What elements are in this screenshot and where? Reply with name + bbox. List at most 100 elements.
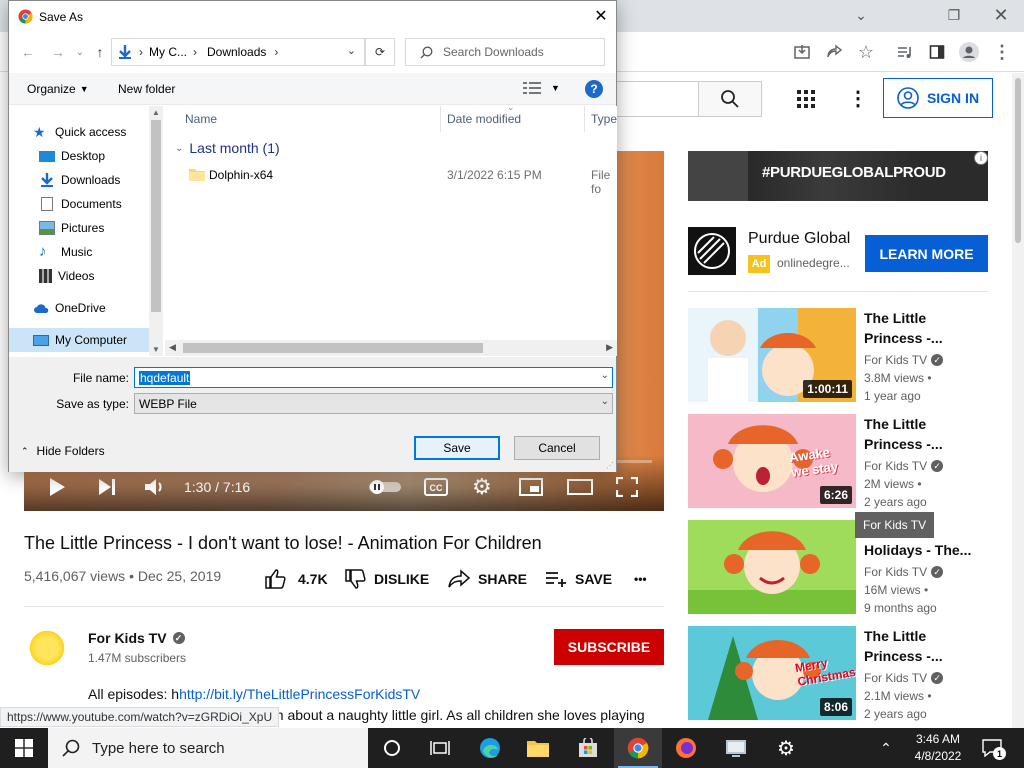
more-actions-button[interactable]: •••: [634, 568, 647, 590]
view-options-button[interactable]: ▼: [523, 81, 560, 95]
youtube-search-button[interactable]: [698, 81, 762, 117]
file-row[interactable]: Dolphin-x64 3/1/2022 6:15 PM File fo: [165, 164, 617, 196]
hide-folders-button[interactable]: ⌃ Hide Folders: [21, 444, 105, 458]
cortana-icon[interactable]: [368, 728, 416, 768]
scroll-right-icon[interactable]: ▶: [606, 342, 613, 353]
video-thumbnail[interactable]: Merry Christmas! 8:06: [688, 626, 856, 720]
play-icon[interactable]: [48, 475, 66, 499]
column-header-type[interactable]: Type: [585, 106, 617, 132]
cancel-button[interactable]: Cancel: [514, 436, 600, 460]
task-view-icon[interactable]: [416, 728, 464, 768]
help-icon[interactable]: ?: [585, 80, 603, 98]
breadcrumb-downloads[interactable]: Downloads: [207, 45, 266, 59]
share-page-icon[interactable]: [822, 40, 846, 64]
remote-desktop-icon[interactable]: [712, 728, 760, 768]
fullscreen-icon[interactable]: [616, 475, 638, 499]
bookmark-star-icon[interactable]: ☆: [854, 40, 878, 64]
notification-center-icon[interactable]: 1: [980, 736, 1006, 760]
navigation-scrollbar[interactable]: ▲ ▼: [149, 106, 163, 356]
recommendation-item[interactable]: Awake we stay 6:26 The Little Princess -…: [688, 414, 1018, 509]
file-explorer-icon[interactable]: [514, 728, 562, 768]
nav-item-my-computer[interactable]: My Computer: [9, 328, 149, 352]
refresh-icon[interactable]: ⟳: [365, 38, 395, 66]
show-hidden-icons-chevron-icon[interactable]: ⌃: [872, 728, 900, 768]
autoplay-toggle[interactable]: [369, 475, 401, 499]
sign-in-button[interactable]: SIGN IN: [883, 78, 993, 118]
subscribe-button[interactable]: SUBSCRIBE: [554, 629, 664, 665]
recommendation-channel-label: For Kids TV: [864, 353, 928, 367]
close-window-icon[interactable]: ✕: [978, 0, 1024, 30]
channel-name[interactable]: For Kids TV ✓: [88, 630, 185, 646]
install-icon[interactable]: [790, 40, 814, 64]
address-bar[interactable]: › My C... › Downloads › ⌄: [111, 38, 365, 66]
dialog-close-icon[interactable]: ✕: [586, 1, 616, 31]
new-folder-button[interactable]: New folder: [118, 82, 175, 96]
dislike-button[interactable]: DISLIKE: [344, 568, 429, 590]
settings-gear-icon[interactable]: ⚙: [762, 728, 810, 768]
pictures-icon: [39, 221, 55, 235]
up-folder-icon[interactable]: ↑: [91, 43, 109, 61]
recent-locations-icon[interactable]: ⌄: [71, 43, 89, 61]
volume-icon[interactable]: [144, 475, 166, 499]
profile-avatar-icon[interactable]: [957, 40, 981, 64]
video-thumbnail[interactable]: 1:00:11: [688, 308, 856, 402]
store-icon[interactable]: [564, 728, 612, 768]
media-controls-icon[interactable]: [893, 40, 917, 64]
ad-title[interactable]: Purdue Global: [748, 230, 850, 248]
scroll-left-icon[interactable]: ◀: [169, 342, 176, 353]
purdue-logo[interactable]: [688, 227, 736, 275]
apps-grid-icon[interactable]: [797, 90, 815, 113]
recommendation-item[interactable]: Merry Christmas! 8:06 The Little Princes…: [688, 626, 1018, 721]
scroll-up-icon[interactable]: ▲: [152, 108, 160, 117]
theater-mode-icon[interactable]: [567, 475, 593, 499]
recommendation-item[interactable]: ...mmer Holidays - The... For Kids TV✓ 1…: [688, 520, 1018, 615]
dialog-titlebar[interactable]: Save As ✕: [9, 1, 616, 32]
horizontal-scrollbar[interactable]: ◀ ▶: [165, 340, 617, 356]
save-as-type-select[interactable]: WEBP File ⌄: [134, 393, 613, 414]
recommendation-item[interactable]: 1:00:11 The Little Princess -... For Kid…: [688, 308, 1018, 403]
learn-more-button[interactable]: LEARN MORE: [865, 235, 988, 272]
file-name-input[interactable]: hqdefault ⌄: [134, 367, 613, 388]
taskbar-search-box[interactable]: Type here to search: [48, 728, 368, 768]
organize-button[interactable]: Organize ▼: [27, 82, 89, 96]
captions-icon[interactable]: CC: [424, 475, 448, 499]
like-button[interactable]: 4.7K: [264, 568, 328, 590]
firefox-icon[interactable]: [662, 728, 710, 768]
side-panel-icon[interactable]: [925, 40, 949, 64]
taskbar-clock[interactable]: 3:46 AM 4/8/2022: [908, 731, 968, 765]
video-thumbnail[interactable]: [688, 520, 856, 614]
ad-banner[interactable]: #PURDUEGLOBALPROUD: [688, 151, 988, 201]
chrome-taskbar-icon[interactable]: [614, 728, 662, 768]
tab-list-chevron-icon[interactable]: ⌄: [838, 0, 884, 30]
save-button[interactable]: Save: [414, 436, 500, 460]
ad-info-icon[interactable]: i: [974, 151, 988, 165]
recommendation-title[interactable]: The Little Princess -...: [864, 626, 974, 666]
recommendation-title[interactable]: The Little Princess -...: [864, 308, 974, 348]
chevron-down-icon: ▼: [79, 84, 89, 94]
next-video-icon[interactable]: [97, 475, 117, 499]
save-to-playlist-button[interactable]: SAVE: [545, 568, 612, 590]
forward-arrow-icon[interactable]: →: [49, 43, 67, 61]
description-link[interactable]: http://bit.ly/TheLittlePrincessForKidsTV: [179, 686, 420, 702]
scroll-down-icon[interactable]: ▼: [152, 345, 160, 354]
share-button[interactable]: SHARE: [448, 568, 527, 590]
recommendation-title[interactable]: The Little Princess -...: [864, 414, 974, 454]
search-downloads-input[interactable]: Search Downloads: [405, 38, 605, 66]
breadcrumb-my-computer[interactable]: My C...: [149, 45, 187, 59]
miniplayer-icon[interactable]: [519, 475, 543, 499]
group-header[interactable]: ⌄ Last month (1): [175, 140, 280, 156]
back-arrow-icon[interactable]: ←: [19, 43, 37, 61]
address-dropdown-icon[interactable]: ⌄: [347, 44, 356, 57]
edge-icon[interactable]: [466, 728, 514, 768]
chevron-down-icon[interactable]: ⌄: [601, 370, 609, 381]
settings-menu-icon[interactable]: ⋮: [848, 86, 868, 111]
start-button[interactable]: [0, 728, 48, 768]
resize-grip-icon[interactable]: ⋰: [606, 461, 614, 470]
restore-window-icon[interactable]: ❐: [931, 0, 977, 30]
video-thumbnail[interactable]: Awake we stay 6:26: [688, 414, 856, 508]
column-header-date[interactable]: Date modified ⌄: [441, 102, 585, 132]
channel-avatar[interactable]: [27, 628, 67, 668]
chrome-menu-icon[interactable]: ⋮: [990, 40, 1014, 64]
column-header-name[interactable]: Name: [165, 106, 441, 132]
settings-gear-icon[interactable]: ⚙: [472, 474, 492, 499]
